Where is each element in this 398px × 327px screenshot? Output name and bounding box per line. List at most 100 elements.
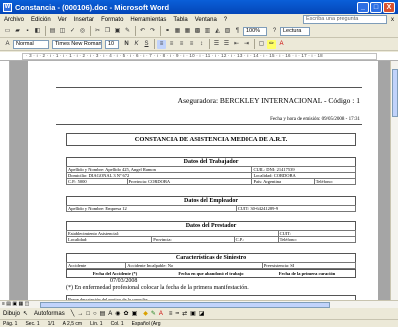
format-painter-icon[interactable]: ✎ <box>123 27 132 36</box>
accident-headers: Fecha del Accidente (*) Fecha en que aba… <box>66 269 356 278</box>
document-header: Aseguradora: BERCKLEY INTERNACIONAL - Có… <box>56 87 362 125</box>
undo-icon[interactable]: ↶ <box>138 27 147 36</box>
bullets-icon[interactable]: ☰ <box>222 40 231 49</box>
table-row: C.P.: 5000 Provincia: CORDOBA País: Arge… <box>66 178 357 185</box>
underline-button[interactable]: S <box>142 40 151 49</box>
menu-herramientas[interactable]: Herramientas <box>130 17 166 23</box>
menu-edicion[interactable]: Edición <box>31 17 51 23</box>
help-icon[interactable]: ? <box>270 27 279 36</box>
shadow-icon[interactable]: ▣ <box>190 310 196 317</box>
align-right-icon[interactable]: ≡ <box>177 40 186 49</box>
insert-table-icon[interactable]: ▦ <box>183 27 192 36</box>
border-icon[interactable]: ▢ <box>257 40 266 49</box>
table-cell: CUIT: 30-64241289-9 <box>235 205 357 212</box>
preview-icon[interactable]: ◫ <box>58 27 67 36</box>
picture-icon[interactable]: ▣ <box>132 310 138 317</box>
menu-archivo[interactable]: Archivo <box>4 17 24 23</box>
scroll-thumb[interactable] <box>392 69 398 117</box>
vertical-ruler[interactable] <box>0 61 10 300</box>
styles-icon[interactable]: A <box>3 40 12 49</box>
decrease-indent-icon[interactable]: ⇤ <box>232 40 241 49</box>
new-icon[interactable]: ▭ <box>3 27 12 36</box>
diagram-icon[interactable]: ◉ <box>115 310 120 317</box>
paste-icon[interactable]: ▣ <box>113 27 122 36</box>
columns-icon[interactable]: ▥ <box>203 27 212 36</box>
arrow-icon[interactable]: → <box>77 311 83 317</box>
increase-indent-icon[interactable]: ⇥ <box>242 40 251 49</box>
drawing-icon[interactable]: ◭ <box>213 27 222 36</box>
certificate-title: CONSTANCIA DE ASISTENCIA MEDICA DE A.R.T… <box>66 133 356 146</box>
line-icon[interactable]: ╲ <box>71 310 75 317</box>
permission-icon[interactable]: ◧ <box>33 27 42 36</box>
cut-icon[interactable]: ✂ <box>93 27 102 36</box>
table-cell: Localidad: <box>65 236 153 243</box>
font-color-draw-icon[interactable]: A <box>159 311 163 317</box>
vertical-scrollbar[interactable] <box>390 61 398 300</box>
dash-style-icon[interactable]: ┅ <box>175 310 179 317</box>
line-color-icon[interactable]: ✎ <box>151 310 156 317</box>
zoom-select[interactable]: 100% <box>243 26 267 36</box>
font-select[interactable]: Times New Roman <box>52 39 102 49</box>
horizontal-scrollbar[interactable]: ≡ ▤ ▣ ▦ ◫ <box>0 300 398 308</box>
draw-menu[interactable]: Dibujo <box>3 311 20 317</box>
document-area[interactable]: Aseguradora: BERCKLEY INTERNACIONAL - Có… <box>10 61 390 302</box>
numbering-icon[interactable]: ☰ <box>212 40 221 49</box>
doc-close-icon[interactable]: x <box>391 17 394 23</box>
textbox-icon[interactable]: ▤ <box>100 310 106 317</box>
tables-borders-icon[interactable]: ▦ <box>173 27 182 36</box>
style-select[interactable]: Normal <box>13 39 49 49</box>
font-color-icon[interactable]: A <box>277 40 286 49</box>
3d-icon[interactable]: ◪ <box>199 310 205 317</box>
document-page[interactable]: Aseguradora: BERCKLEY INTERNACIONAL - Có… <box>28 61 378 302</box>
font-size-select[interactable]: 10 <box>105 39 119 49</box>
claim-table: Accidente Accidente Incalpable: No Preex… <box>65 262 357 269</box>
research-icon[interactable]: ◎ <box>78 27 87 36</box>
align-left-icon[interactable]: ≡ <box>157 39 166 49</box>
employer-section: Datos del Empleador Apellido y Nombre: E… <box>66 196 357 212</box>
draw-arrow-icon[interactable]: ↖ <box>23 310 28 317</box>
highlight-icon[interactable]: ✏ <box>267 39 276 49</box>
hyperlink-icon[interactable]: ⚭ <box>163 27 172 36</box>
wordart-icon[interactable]: A <box>108 311 112 317</box>
minimize-button[interactable]: _ <box>357 1 369 13</box>
menu-insertar[interactable]: Insertar <box>74 17 94 23</box>
menu-tabla[interactable]: Tabla <box>173 17 187 23</box>
open-icon[interactable]: ▰ <box>13 27 22 36</box>
spelling-icon[interactable]: ✓ <box>68 27 77 36</box>
copy-icon[interactable]: ❐ <box>103 27 112 36</box>
line-spacing-icon[interactable]: ↕ <box>197 40 206 49</box>
menu-help[interactable]: ? <box>224 17 227 23</box>
menu-bar: Archivo Edición Ver Insertar Formato Her… <box>0 14 398 25</box>
italic-button[interactable]: K <box>132 40 141 49</box>
save-icon[interactable]: ▪ <box>23 27 32 36</box>
menu-ver[interactable]: Ver <box>58 17 67 23</box>
document-map-icon[interactable]: ▧ <box>223 27 232 36</box>
autoshapes-menu[interactable]: Autoformas <box>34 311 65 317</box>
insurer-line: Aseguradora: BERCKLEY INTERNACIONAL - Có… <box>177 96 360 105</box>
drawing-toolbar: Dibujo ↖ Autoformas ╲ → □ ○ ▤ A ◉ ✿ ▣ ◆ … <box>0 308 398 319</box>
insert-excel-icon[interactable]: ▩ <box>193 27 202 36</box>
status-column: Col. 1 <box>110 320 124 327</box>
menu-ventana[interactable]: Ventana <box>195 17 217 23</box>
horizontal-ruler[interactable]: · 3 · ı · 2 · ı · 1 · ı · 1 · ı · 2 · ı … <box>0 52 398 61</box>
show-hide-icon[interactable]: ¶ <box>233 27 242 36</box>
fill-color-icon[interactable]: ◆ <box>143 310 148 317</box>
bold-button[interactable]: N <box>122 40 131 49</box>
rectangle-icon[interactable]: □ <box>86 311 90 317</box>
help-search-input[interactable]: Escriba una pregunta <box>303 15 387 24</box>
line-style-icon[interactable]: ≡ <box>169 311 173 317</box>
word-app-icon[interactable]: W <box>3 2 12 12</box>
oval-icon[interactable]: ○ <box>93 311 97 317</box>
maximize-button[interactable]: □ <box>370 1 382 13</box>
view-buttons[interactable]: ≡ ▤ ▣ ▦ ◫ <box>2 301 29 307</box>
table-row: Accidente Accidente Incalpable: No Preex… <box>65 262 357 269</box>
clipart-icon[interactable]: ✿ <box>124 310 129 317</box>
menu-formato[interactable]: Formato <box>101 17 123 23</box>
print-icon[interactable]: ▤ <box>48 27 57 36</box>
arrow-style-icon[interactable]: ⇄ <box>182 310 187 317</box>
reading-layout-button[interactable]: Lectura <box>280 26 310 36</box>
justify-icon[interactable]: ≡ <box>187 40 196 49</box>
redo-icon[interactable]: ↷ <box>148 27 157 36</box>
align-center-icon[interactable]: ≡ <box>167 40 176 49</box>
close-button[interactable]: X <box>383 1 395 13</box>
